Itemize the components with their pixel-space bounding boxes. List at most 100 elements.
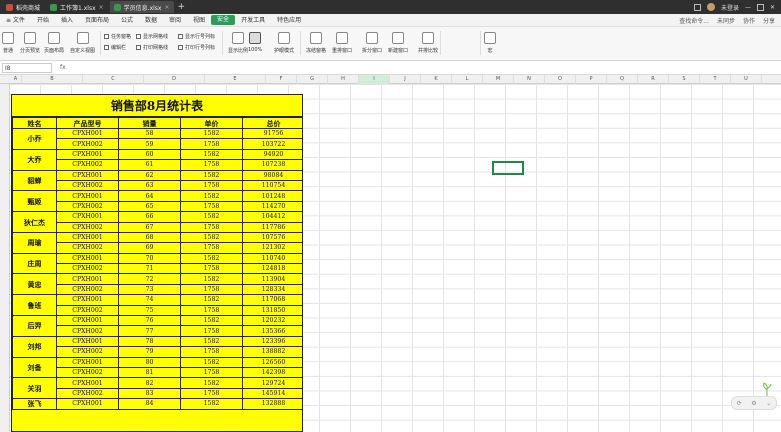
menu-item-3[interactable]: 页面布局 [79, 14, 115, 27]
menu-item-2[interactable]: 插入 [55, 14, 79, 27]
table-cell: 76 [118, 315, 181, 327]
selected-cell[interactable] [492, 161, 524, 175]
ribbon-separator [100, 31, 101, 55]
table-cell: 1758 [180, 346, 243, 358]
tab-student-info[interactable]: 学员信息.xlsx × [109, 1, 174, 13]
avatar[interactable] [706, 3, 715, 11]
ribbon-label: 自定义视图 [70, 48, 96, 54]
column-header-U[interactable]: U [731, 75, 762, 84]
table-cell: CPXH001 [56, 231, 119, 244]
chevron-down-icon[interactable]: ⌄ [766, 400, 771, 407]
ribbon-button-0[interactable]: 普通 [2, 32, 14, 54]
menu-item-8[interactable]: 安全 [211, 15, 236, 25]
ribbon-button-9[interactable]: 拆分窗口 [362, 32, 382, 54]
menu-item-6[interactable]: 审阅 [163, 14, 187, 27]
ribbon-button-10[interactable]: 新建窗口 [388, 32, 408, 54]
sync-icon[interactable]: ⟳ [737, 400, 742, 407]
checkbox[interactable] [178, 34, 183, 39]
column-header-D[interactable]: D [144, 75, 205, 84]
ribbon-button-12[interactable]: 宏 [484, 32, 496, 54]
ribbon-check-0[interactable]: 任务窗格 [104, 33, 131, 40]
ribbon-button-11[interactable]: 并排比较 [418, 32, 438, 54]
table-cell: 110740 [242, 252, 302, 265]
column-header-Q[interactable]: Q [607, 75, 638, 84]
layout-icon[interactable] [693, 3, 701, 11]
column-header-P[interactable]: P [576, 75, 607, 84]
column-header-A[interactable]: A [10, 75, 22, 84]
close-icon[interactable]: × [164, 4, 169, 11]
column-header-K[interactable]: K [421, 75, 452, 84]
ribbon-button-1[interactable]: 分页预览 [20, 32, 40, 54]
ribbon-button-4[interactable]: 显示比例 [228, 32, 248, 54]
ribbon-button-7[interactable]: 冻结窗格 [306, 32, 326, 54]
column-header-E[interactable]: E [205, 75, 266, 84]
new-tab-icon[interactable]: + [178, 2, 186, 12]
menu-right-item-3[interactable]: 分享 [763, 16, 775, 25]
ribbon-check-1[interactable]: 编辑栏 [104, 44, 126, 51]
menu-right-item-1[interactable]: 未同步 [717, 16, 735, 25]
close-window-icon[interactable]: ✕ [770, 4, 775, 11]
sheet-icon [50, 3, 58, 11]
table-cell: 63 [118, 179, 181, 192]
table-cell: CPXH001 [56, 148, 119, 161]
menu-item-5[interactable]: 数据 [139, 14, 163, 27]
column-header-J[interactable]: J [390, 75, 421, 84]
column-header-B[interactable]: B [22, 75, 83, 84]
table-row: 刘邦 CPXH001 78 1582 123396 [12, 335, 302, 358]
gear-icon[interactable]: ⚙ [751, 400, 756, 407]
column-header-S[interactable]: S [669, 75, 700, 84]
table-row: CPXH002 77 1758 135366 [13, 325, 302, 337]
maximize-icon[interactable] [756, 3, 764, 11]
column-header-C[interactable]: C [83, 75, 144, 84]
close-icon[interactable]: × [99, 4, 104, 11]
checkbox[interactable] [178, 45, 183, 50]
ribbon-button-8[interactable]: 重排窗口 [332, 32, 352, 54]
ribbon-button-5[interactable]: 100% [248, 32, 262, 53]
column-header-L[interactable]: L [452, 75, 483, 84]
name-box[interactable]: I8 [2, 62, 52, 73]
menu-right-item-2[interactable]: 协作 [743, 16, 755, 25]
ribbon-label: 页面布局 [44, 48, 65, 54]
column-header-R[interactable]: R [638, 75, 669, 84]
checkbox[interactable] [136, 45, 141, 50]
checkbox[interactable] [104, 45, 109, 50]
column-header-N[interactable]: N [514, 75, 545, 84]
status-widget[interactable]: ⟳ ⚙ ⌄ [731, 396, 777, 410]
ribbon-button-3[interactable]: 自定义视图 [70, 32, 95, 54]
column-header-H[interactable]: H [328, 75, 359, 84]
checkbox[interactable] [136, 34, 141, 39]
menu-right-item-0[interactable]: 查找命令... [679, 16, 709, 25]
column-header-F[interactable]: F [266, 75, 297, 84]
tab-docer[interactable]: 稻壳商城 [2, 1, 44, 13]
table-cell: 82 [118, 377, 181, 389]
column-header-I[interactable]: I [359, 75, 390, 84]
ribbon-label: 冻结窗格 [306, 48, 327, 54]
ribbon-check-3[interactable]: 打印网格线 [136, 44, 168, 51]
column-header-M[interactable]: M [483, 75, 514, 84]
menu-item-9[interactable]: 开发工具 [235, 14, 271, 27]
menu-item-7[interactable]: 视图 [187, 14, 211, 27]
ribbon-check-2[interactable]: 显示网格线 [136, 33, 168, 40]
ribbon-button-6[interactable]: 护眼模式 [274, 32, 294, 54]
minimize-icon[interactable]: — [745, 4, 751, 11]
checkbox[interactable] [104, 34, 109, 39]
table-cell: CPXH001 [56, 190, 119, 202]
ribbon-check-5[interactable]: 打印行号列标 [178, 44, 215, 51]
column-header-T[interactable]: T [700, 75, 731, 84]
checkbox-label: 任务窗格 [111, 34, 132, 40]
menu-item-4[interactable]: 公式 [115, 14, 139, 27]
menu-item-10[interactable]: 特色应用 [271, 14, 307, 27]
user-name[interactable]: 未登录 [721, 3, 739, 12]
ribbon-icon [422, 32, 434, 44]
ribbon-check-4[interactable]: 显示行号列标 [178, 33, 215, 40]
menu-item-1[interactable]: 开始 [31, 14, 55, 27]
tab-workbook1[interactable]: 工作簿1.xlsx × [46, 1, 108, 13]
function-icon[interactable]: fx [60, 64, 66, 71]
column-header-G[interactable]: G [297, 75, 328, 84]
ribbon-button-2[interactable]: 页面布局 [44, 32, 64, 54]
table-cell: 1582 [180, 169, 243, 181]
menu-item-0[interactable]: ≡ 文件 [0, 14, 31, 27]
table-cell: 1758 [180, 221, 243, 233]
column-header-O[interactable]: O [545, 75, 576, 84]
ribbon-icon [310, 32, 322, 44]
